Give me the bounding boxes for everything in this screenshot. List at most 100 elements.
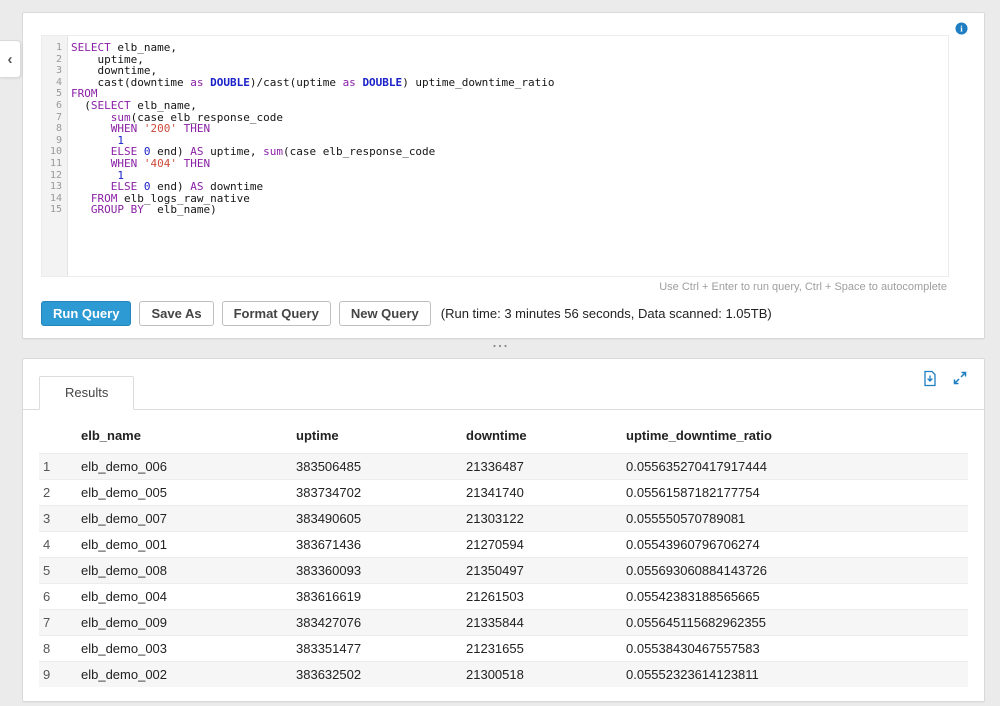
results-header-row: elb_nameuptimedowntimeuptime_downtime_ra… [39,410,968,453]
column-header: uptime [296,428,466,443]
cell: 383671436 [296,537,466,552]
cell: elb_demo_003 [81,641,296,656]
table-row: 9elb_demo_002383632502213005180.05552323… [39,661,968,687]
results-panel: Results elb_nameuptimedowntimeuptime_dow… [22,358,985,702]
cell: elb_demo_009 [81,615,296,630]
cell: 21303122 [466,511,626,526]
row-index: 5 [39,563,81,578]
editor-gutter: 123456789101112131415 [42,36,68,276]
code-line: SELECT elb_name, [71,42,948,54]
row-index: 7 [39,615,81,630]
cell: 0.055693060884143726 [626,563,968,578]
chevron-left-icon: ‹ [8,52,13,67]
cell: elb_demo_001 [81,537,296,552]
column-header: uptime_downtime_ratio [626,428,968,443]
table-row: 5elb_demo_008383360093213504970.05569306… [39,557,968,583]
cell: 0.055635270417917444 [626,459,968,474]
download-file-icon[interactable] [922,370,938,387]
line-number: 11 [42,158,67,170]
cell: 21261503 [466,589,626,604]
results-header: Results [23,359,984,410]
cell: 21231655 [466,641,626,656]
cell: 0.05543960796706274 [626,537,968,552]
cell: elb_demo_007 [81,511,296,526]
query-toolbar: Run Query Save As Format Query New Query… [41,301,984,326]
drag-handle-icon [492,344,508,348]
code-line: WHEN '404' THEN [71,158,948,170]
table-row: 7elb_demo_009383427076213358440.05564511… [39,609,968,635]
cell: elb_demo_002 [81,667,296,682]
format-query-button[interactable]: Format Query [222,301,331,326]
line-number: 2 [42,54,67,66]
cell: 21336487 [466,459,626,474]
table-row: 8elb_demo_003383351477212316550.05538430… [39,635,968,661]
cell: 0.05561587182177754 [626,485,968,500]
line-number: 5 [42,88,67,100]
table-row: 3elb_demo_007383490605213031220.05555057… [39,505,968,531]
panel-splitter[interactable] [0,339,1000,352]
cell: elb_demo_004 [81,589,296,604]
cell: 383427076 [296,615,466,630]
line-number: 1 [42,42,67,54]
cell: elb_demo_006 [81,459,296,474]
line-number: 14 [42,193,67,205]
code-line: WHEN '200' THEN [71,123,948,135]
tab-results[interactable]: Results [39,376,134,410]
row-index: 9 [39,667,81,682]
results-table: elb_nameuptimedowntimeuptime_downtime_ra… [39,410,968,687]
corner-cell [39,428,81,443]
table-row: 6elb_demo_004383616619212615030.05542383… [39,583,968,609]
results-body: 1elb_demo_006383506485213364870.05563527… [39,453,968,687]
editor-hint: Use Ctrl + Enter to run query, Ctrl + Sp… [23,281,947,293]
cell: 383616619 [296,589,466,604]
editor-code[interactable]: SELECT elb_name, uptime, downtime, cast(… [68,36,948,276]
line-number: 15 [42,204,67,216]
row-index: 2 [39,485,81,500]
cell: 383506485 [296,459,466,474]
table-row: 4elb_demo_001383671436212705940.05543960… [39,531,968,557]
cell: 383632502 [296,667,466,682]
collapse-panel-handle[interactable]: ‹ [0,40,21,78]
line-number: 7 [42,112,67,124]
column-header: elb_name [81,428,296,443]
cell: 0.055645115682962355 [626,615,968,630]
row-index: 4 [39,537,81,552]
row-index: 1 [39,459,81,474]
query-editor-panel: i 123456789101112131415 SELECT elb_name,… [22,12,985,339]
code-line: cast(downtime as DOUBLE)/cast(uptime as … [71,77,948,89]
line-number: 9 [42,135,67,147]
row-index: 6 [39,589,81,604]
code-line: uptime, [71,54,948,66]
sql-editor[interactable]: 123456789101112131415 SELECT elb_name, u… [41,35,949,277]
row-index: 3 [39,511,81,526]
cell: 383490605 [296,511,466,526]
line-number: 8 [42,123,67,135]
cell: 0.05538430467557583 [626,641,968,656]
cell: 0.05552323614123811 [626,667,968,682]
run-query-button[interactable]: Run Query [41,301,131,326]
cell: 21350497 [466,563,626,578]
cell: 21300518 [466,667,626,682]
expand-icon[interactable] [952,370,968,387]
code-line: FROM [71,88,948,100]
new-query-button[interactable]: New Query [339,301,431,326]
cell: 0.055550570789081 [626,511,968,526]
cell: 21341740 [466,485,626,500]
cell: 21270594 [466,537,626,552]
line-number: 12 [42,170,67,182]
line-number: 13 [42,181,67,193]
table-row: 1elb_demo_006383506485213364870.05563527… [39,453,968,479]
row-index: 8 [39,641,81,656]
table-row: 2elb_demo_005383734702213417400.05561587… [39,479,968,505]
cell: 383734702 [296,485,466,500]
cell: elb_demo_008 [81,563,296,578]
column-header: downtime [466,428,626,443]
cell: 383360093 [296,563,466,578]
cell: 383351477 [296,641,466,656]
run-status: (Run time: 3 minutes 56 seconds, Data sc… [441,306,772,321]
cell: elb_demo_005 [81,485,296,500]
line-number: 3 [42,65,67,77]
line-number: 4 [42,77,67,89]
save-as-button[interactable]: Save As [139,301,213,326]
info-icon[interactable]: i [955,22,968,35]
